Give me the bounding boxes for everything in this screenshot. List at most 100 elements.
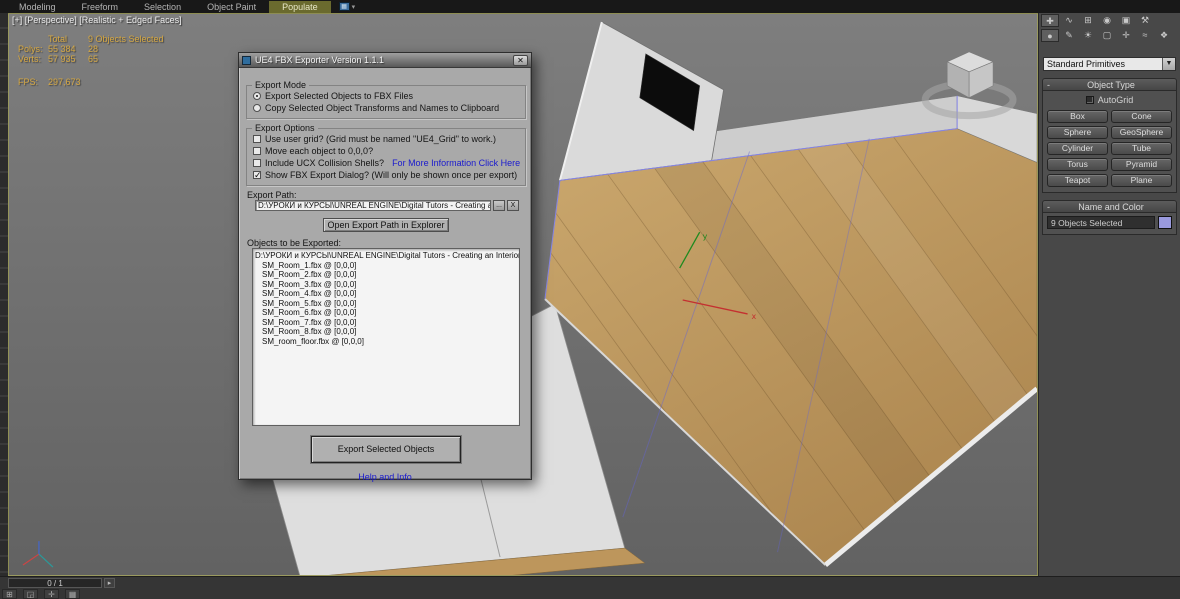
object-type-header-label: Object Type	[1050, 80, 1172, 90]
help-and-info-link[interactable]: Help and Info	[239, 472, 531, 482]
helpers-icon[interactable]: ✛	[1117, 29, 1135, 42]
radio-export-selected[interactable]: Export Selected Objects to FBX Files	[253, 91, 525, 101]
autogrid-row[interactable]: AutoGrid	[1047, 94, 1172, 106]
isolate-selection-icon[interactable]: ⊞	[2, 589, 17, 599]
verts-total: 57 935	[48, 54, 88, 64]
export-object-item[interactable]: SM_Room_4.fbx @ [0,0,0]	[255, 289, 517, 299]
polys-total: 55 384	[48, 44, 88, 54]
grid-settings-icon[interactable]: ▦	[65, 589, 80, 599]
export-object-item[interactable]: SM_Room_1.fbx @ [0,0,0]	[255, 261, 517, 271]
stats-total-label: Total	[48, 34, 88, 44]
motion-tab-icon[interactable]: ◉	[1098, 14, 1116, 27]
name-color-header-label: Name and Color	[1050, 202, 1172, 212]
polys-selected: 28	[88, 44, 98, 54]
shapes-icon[interactable]: ✎	[1060, 29, 1078, 42]
coordinates-icon[interactable]: ✛	[44, 589, 59, 599]
object-type-rollout-header[interactable]: - Object Type	[1042, 78, 1177, 91]
browse-path-button[interactable]: ...	[493, 200, 505, 211]
ue4-fbx-exporter-dialog: UE4 FBX Exporter Version 1.1.1 ✕ Export …	[238, 52, 532, 480]
show-fbx-dialog-label: Show FBX Export Dialog? (Will only be sh…	[265, 170, 517, 180]
world-axis-tripod	[23, 541, 53, 567]
checkbox-show-fbx-dialog[interactable]: Show FBX Export Dialog? (Will only be sh…	[253, 170, 525, 180]
checkbox-icon	[253, 135, 261, 143]
checkbox-include-ucx[interactable]: Include UCX Collision Shells? For More I…	[253, 158, 525, 168]
export-object-item[interactable]: SM_Room_2.fbx @ [0,0,0]	[255, 270, 517, 280]
modify-tab-icon[interactable]: ∿	[1060, 14, 1078, 27]
menu-item-freeform[interactable]: Freeform	[69, 1, 132, 13]
ribbon-config-icon: ▦	[339, 2, 350, 11]
verts-label: Verts:	[18, 54, 48, 64]
plane-button[interactable]: Plane	[1111, 174, 1172, 187]
timeline-frame-indicator[interactable]: 0 / 1	[8, 578, 102, 588]
lights-icon[interactable]: ☀	[1079, 29, 1097, 42]
object-name-field[interactable]: 9 Objects Selected	[1047, 216, 1155, 229]
checkbox-move-to-origin[interactable]: Move each object to 0,0,0?	[253, 146, 525, 156]
clear-path-button[interactable]: X	[507, 200, 519, 211]
export-object-item[interactable]: SM_room_floor.fbx @ [0,0,0]	[255, 337, 517, 347]
dialog-app-icon	[242, 56, 251, 65]
export-options-group: Export Options Use user grid? (Grid must…	[246, 128, 526, 186]
geosphere-button[interactable]: GeoSphere	[1111, 126, 1172, 139]
checkbox-use-user-grid[interactable]: Use user grid? (Grid must be named "UE4_…	[253, 134, 525, 144]
box-button[interactable]: Box	[1047, 110, 1108, 123]
geometry-icon[interactable]: ●	[1041, 29, 1059, 42]
hierarchy-tab-icon[interactable]: ⊞	[1079, 14, 1097, 27]
ribbon-menubar: Modeling Freeform Selection Object Paint…	[0, 0, 1180, 13]
export-object-item[interactable]: SM_Room_7.fbx @ [0,0,0]	[255, 318, 517, 328]
objects-to-export-label: Objects to be Exported:	[247, 238, 341, 248]
systems-icon[interactable]: ❖	[1155, 29, 1173, 42]
export-selected-objects-button[interactable]: Export Selected Objects	[311, 436, 461, 463]
move-to-origin-label: Move each object to 0,0,0?	[265, 146, 373, 156]
export-object-item[interactable]: SM_Room_3.fbx @ [0,0,0]	[255, 280, 517, 290]
objects-list-header: D:\УРОКИ и КУРСЫ\UNREAL ENGINE\Digital T…	[255, 251, 517, 261]
more-information-link[interactable]: For More Information Click Here	[392, 158, 520, 168]
stats-polys-row: Polys: 55 384 28	[18, 44, 164, 54]
utilities-tab-icon[interactable]: ⚒	[1136, 14, 1154, 27]
torus-button[interactable]: Torus	[1047, 158, 1108, 171]
display-tab-icon[interactable]: ▣	[1117, 14, 1135, 27]
export-path-input[interactable]: D:\УРОКИ и КУРСЫ\UNREAL ENGINE\Digital T…	[255, 200, 491, 211]
autogrid-checkbox[interactable]	[1086, 96, 1094, 104]
dialog-title: UE4 FBX Exporter Version 1.1.1	[255, 55, 513, 65]
cameras-icon[interactable]: ▢	[1098, 29, 1116, 42]
open-export-path-button[interactable]: Open Export Path in Explorer	[323, 218, 449, 232]
object-color-swatch[interactable]	[1158, 216, 1172, 229]
menu-item-modeling[interactable]: Modeling	[6, 1, 69, 13]
tube-button[interactable]: Tube	[1111, 142, 1172, 155]
space-warps-icon[interactable]: ≈	[1136, 29, 1154, 42]
primitive-category-dropdown[interactable]: Standard Primitives ▼	[1043, 57, 1176, 71]
name-color-rollout-header[interactable]: - Name and Color	[1042, 200, 1177, 213]
radio-copy-transforms[interactable]: Copy Selected Object Transforms and Name…	[253, 103, 525, 113]
chevron-down-icon: ▼	[1162, 58, 1175, 70]
create-tab-icon[interactable]: ✚	[1041, 14, 1059, 27]
export-object-item[interactable]: SM_Room_5.fbx @ [0,0,0]	[255, 299, 517, 309]
cylinder-button[interactable]: Cylinder	[1047, 142, 1108, 155]
timeline-next-button[interactable]: ▸	[104, 578, 115, 588]
pyramid-button[interactable]: Pyramid	[1111, 158, 1172, 171]
export-object-item[interactable]: SM_Room_8.fbx @ [0,0,0]	[255, 327, 517, 337]
cone-button[interactable]: Cone	[1111, 110, 1172, 123]
menu-item-selection[interactable]: Selection	[131, 1, 194, 13]
objects-listbox[interactable]: D:\УРОКИ и КУРСЫ\UNREAL ENGINE\Digital T…	[252, 248, 520, 426]
dialog-titlebar[interactable]: UE4 FBX Exporter Version 1.1.1 ✕	[239, 53, 531, 68]
export-mode-group: Export Mode Export Selected Objects to F…	[246, 85, 526, 119]
menu-item-object-paint[interactable]: Object Paint	[194, 1, 269, 13]
window-wall-object[interactable]	[560, 22, 724, 180]
viewport-label[interactable]: [+] [Perspective] [Realistic + Edged Fac…	[12, 15, 182, 25]
dialog-body: Export Mode Export Selected Objects to F…	[239, 68, 531, 480]
selection-lock-icon[interactable]: ◲	[23, 589, 38, 599]
ribbon-config-control[interactable]: ▦ ▾	[339, 2, 356, 11]
bottom-status-bar: 0 / 1 ▸ ⊞ ◲ ✛ ▦	[0, 576, 1180, 599]
close-button[interactable]: ✕	[513, 55, 528, 66]
radio-icon-selected	[253, 92, 261, 100]
checkbox-icon-checked	[253, 171, 261, 179]
export-options-caption: Export Options	[252, 123, 318, 133]
stats-selected-label: 9 Objects Selected	[88, 34, 164, 44]
verts-selected: 65	[88, 54, 98, 64]
left-toolbar-strip[interactable]	[0, 13, 8, 576]
export-object-item[interactable]: SM_Room_6.fbx @ [0,0,0]	[255, 308, 517, 318]
fps-label: FPS:	[18, 77, 48, 87]
menu-item-populate[interactable]: Populate	[269, 1, 331, 13]
sphere-button[interactable]: Sphere	[1047, 126, 1108, 139]
teapot-button[interactable]: Teapot	[1047, 174, 1108, 187]
